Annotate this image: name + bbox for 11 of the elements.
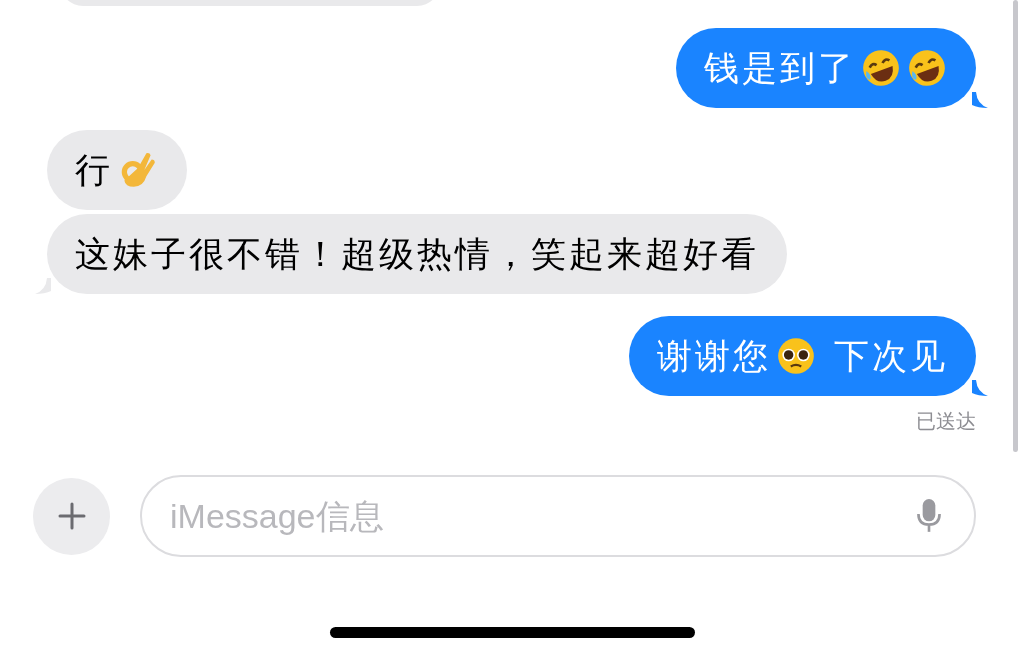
laughing-face-icon: [860, 47, 902, 89]
message-text: 谢谢您: [657, 334, 772, 377]
message-text: 这妹子很不错！超级热情，笑起来超好看: [75, 232, 759, 275]
message-input-field[interactable]: iMessage信息: [140, 475, 976, 557]
message-text: 钱是到了: [704, 46, 856, 89]
delivery-status: 已送达: [916, 409, 976, 434]
plus-icon: [56, 501, 87, 531]
message-text: 下次见: [833, 334, 948, 377]
microphone-icon[interactable]: [916, 497, 942, 535]
message-text: 行: [75, 148, 113, 191]
laughing-face-icon: [906, 47, 948, 89]
